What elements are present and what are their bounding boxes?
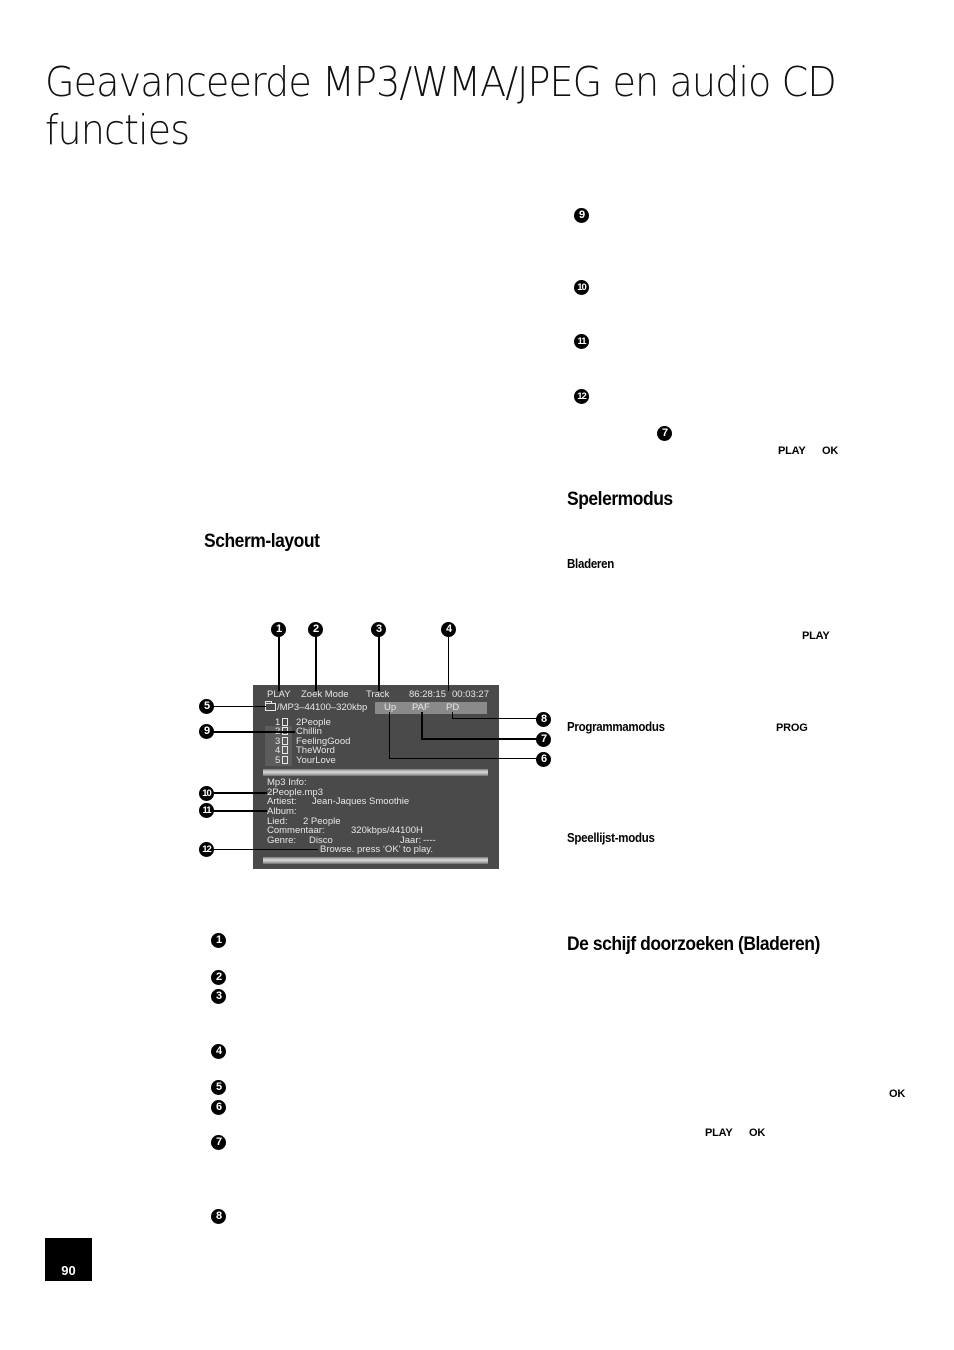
callout-line-6-v <box>389 712 390 759</box>
file-icon <box>282 718 288 726</box>
callout-line-9 <box>213 731 295 733</box>
callout-line-2 <box>315 636 317 691</box>
callout-marker-2: 2 <box>308 622 323 637</box>
callout-line-10 <box>213 792 267 794</box>
file-icon <box>282 737 288 745</box>
legend-marker-9: 9 <box>574 208 589 223</box>
callout-line-6-h <box>389 758 538 759</box>
page-title: Geavanceerde MP3/WMA/JPEG en audio CD fu… <box>45 58 837 154</box>
section-heading-player-mode: Spelermodus <box>567 489 673 510</box>
subheading-browse: Bladeren <box>567 557 615 571</box>
legend-marker-8: 8 <box>211 1209 226 1224</box>
info-artist-value: Jean-Jaques Smoothie <box>312 796 410 807</box>
screen-button-up: Up <box>384 702 397 713</box>
legend-marker-12: 12 <box>574 389 589 404</box>
callout-line-7-v <box>421 712 423 740</box>
callout-marker-8: 8 <box>536 712 551 727</box>
section-heading-search-disc: De schijf doorzoeken (Bladeren) <box>567 934 820 955</box>
screen-track-label: Track <box>366 689 390 700</box>
key-prog: PROG <box>776 722 808 734</box>
callout-line-1 <box>278 636 280 691</box>
track-name: YourLove <box>296 755 336 766</box>
subheading-program-mode: Programmamodus <box>567 720 665 734</box>
callout-marker-3: 3 <box>371 622 386 637</box>
file-icon <box>282 756 288 764</box>
screen-folder-path: /MP3–44100–320kbp <box>277 702 368 713</box>
legend-marker-11: 11 <box>574 334 589 349</box>
file-icon <box>282 746 288 754</box>
legend-marker-10: 10 <box>574 280 589 295</box>
screen-search-mode: Zoek Mode <box>301 689 349 700</box>
screen-mode: PLAY <box>267 689 291 700</box>
legend-marker-6: 6 <box>211 1100 226 1115</box>
screen-elapsed-time: 00:03:27 <box>452 689 489 700</box>
screen-divider-top <box>263 769 488 776</box>
legend-marker-4: 4 <box>211 1044 226 1059</box>
callout-line-3 <box>378 636 380 691</box>
callout-line-8-h <box>452 718 538 719</box>
callout-line-7-h <box>421 738 538 740</box>
inline-marker-7: 7 <box>657 426 672 441</box>
legend-marker-1: 1 <box>211 933 226 948</box>
callout-marker-7: 7 <box>536 732 551 747</box>
info-genre-label: Genre: <box>267 835 297 846</box>
key-ok: OK <box>749 1127 766 1139</box>
callout-marker-6: 6 <box>536 752 551 767</box>
callout-marker-1: 1 <box>271 622 286 637</box>
callout-marker-11: 11 <box>199 803 214 818</box>
key-play: PLAY <box>705 1127 733 1139</box>
subheading-playlist-mode: Speellijst-modus <box>567 831 655 845</box>
info-hint: Browse. press ‘OK’ to play. <box>320 844 433 855</box>
key-play: PLAY <box>802 630 830 642</box>
callout-line-12 <box>213 849 318 850</box>
callout-marker-5: 5 <box>199 699 214 714</box>
screen-total-time: 86:28:15 <box>409 689 446 700</box>
callout-marker-12: 12 <box>199 842 214 857</box>
callout-marker-9: 9 <box>199 724 214 739</box>
callout-line-4 <box>448 636 449 691</box>
section-heading-screen-layout: Scherm-layout <box>204 531 320 552</box>
legend-marker-7: 7 <box>211 1135 226 1150</box>
legend-marker-5: 5 <box>211 1080 226 1095</box>
screen-divider-bottom <box>263 857 488 864</box>
callout-marker-4: 4 <box>441 622 456 637</box>
key-ok: OK <box>822 445 839 457</box>
legend-marker-3: 3 <box>211 989 226 1004</box>
key-play: PLAY <box>778 445 806 457</box>
track-number: 5 <box>275 755 281 766</box>
legend-marker-2: 2 <box>211 970 226 985</box>
callout-line-5 <box>213 706 266 707</box>
callout-line-11 <box>213 810 267 812</box>
callout-marker-10: 10 <box>199 786 214 801</box>
page-number: 90 <box>45 1238 92 1281</box>
folder-icon <box>265 701 276 711</box>
key-ok: OK <box>889 1088 906 1100</box>
